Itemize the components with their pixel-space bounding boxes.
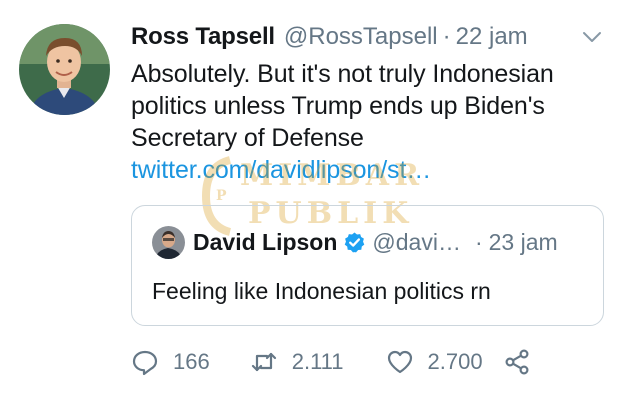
quoted-tweet-text: Feeling like Indonesian politics rn bbox=[152, 278, 491, 304]
quoted-tweet-timestamp[interactable]: 23 jam bbox=[489, 229, 558, 256]
tweet-actions: 166 2.111 2.700 bbox=[131, 344, 531, 380]
quoted-author-name[interactable]: David Lipson bbox=[193, 229, 337, 256]
share-icon bbox=[505, 349, 529, 375]
quoted-tweet[interactable]: David Lipson @davi… · 23 jam Feeling lik… bbox=[131, 205, 604, 326]
like-icon bbox=[387, 350, 412, 374]
quoted-header-separator: · bbox=[474, 228, 483, 255]
like-button[interactable]: 2.700 bbox=[386, 348, 483, 376]
tweet-link[interactable]: twitter.com/davidlipson/st… bbox=[131, 156, 431, 184]
quoted-author-handle[interactable]: @davi… bbox=[372, 229, 461, 256]
retweet-icon bbox=[251, 352, 276, 372]
tweet-text-main: Absolutely. But it's not truly Indonesia… bbox=[131, 60, 554, 152]
svg-text:P: P bbox=[216, 188, 227, 204]
chevron-down-icon[interactable] bbox=[581, 28, 603, 46]
share-button[interactable] bbox=[503, 348, 531, 376]
quoted-author-avatar[interactable] bbox=[152, 226, 185, 259]
author-avatar[interactable] bbox=[19, 24, 110, 115]
retweet-button[interactable]: 2.111 bbox=[250, 348, 344, 376]
tweet-card[interactable]: Ross Tapsell @RossTapsell · 22 jam Absol… bbox=[0, 0, 623, 400]
reply-count: 166 bbox=[173, 349, 210, 374]
retweet-count: 2.111 bbox=[291, 349, 344, 374]
like-count: 2.700 bbox=[427, 349, 483, 374]
author-name[interactable]: Ross Tapsell bbox=[131, 23, 275, 51]
tweet-timestamp[interactable]: 22 jam bbox=[456, 23, 528, 51]
tweet-header: Ross Tapsell @RossTapsell · 22 jam bbox=[131, 20, 603, 54]
tweet-text: Absolutely. But it's not truly Indonesia… bbox=[131, 58, 601, 186]
verified-badge-icon bbox=[345, 231, 365, 252]
quoted-tweet-header: David Lipson @davi… · 23 jam bbox=[193, 226, 587, 258]
header-separator: · bbox=[442, 23, 451, 50]
reply-button[interactable]: 166 bbox=[131, 348, 210, 376]
reply-icon bbox=[132, 350, 158, 376]
author-handle[interactable]: @RossTapsell bbox=[284, 23, 438, 51]
